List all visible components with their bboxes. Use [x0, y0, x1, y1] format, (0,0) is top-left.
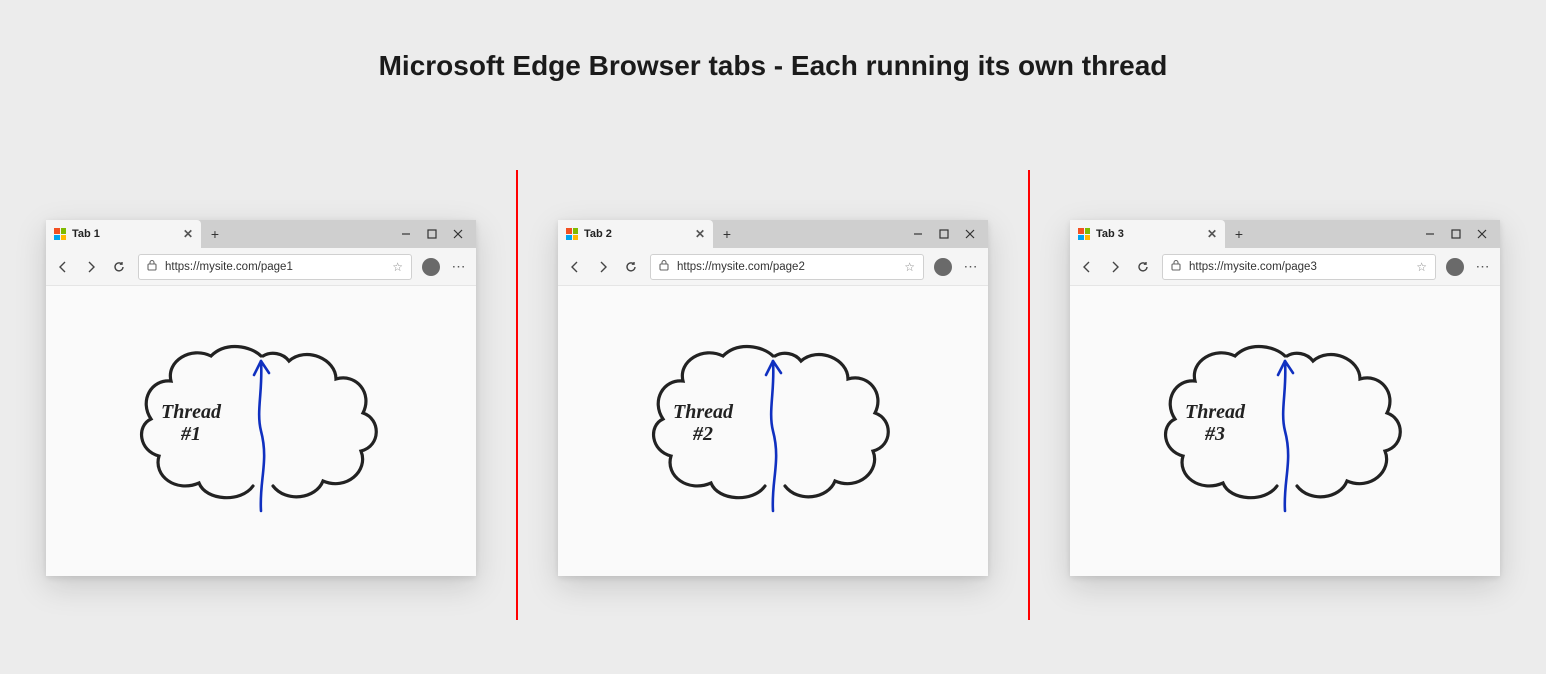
profile-icon[interactable] — [934, 258, 952, 276]
url-text: https://mysite.com/page3 — [1189, 261, 1408, 273]
minimize-icon[interactable] — [912, 228, 924, 240]
new-tab-button[interactable]: + — [201, 220, 229, 248]
address-bar[interactable]: https://mysite.com/page3 ☆ — [1162, 254, 1436, 280]
favorite-icon[interactable]: ☆ — [1416, 260, 1427, 274]
refresh-icon[interactable] — [110, 258, 128, 276]
more-icon[interactable]: ⋯ — [1474, 258, 1492, 275]
forward-icon[interactable] — [82, 258, 100, 276]
close-tab-icon[interactable]: ✕ — [695, 228, 705, 240]
divider — [1028, 170, 1030, 620]
viewport: Thread#3 — [1070, 286, 1500, 576]
browser-tab[interactable]: Tab 2 ✕ — [558, 220, 713, 248]
lock-icon — [147, 259, 157, 274]
close-window-icon[interactable] — [964, 228, 976, 240]
thread-label: Thread#3 — [1185, 401, 1245, 445]
tab-title: Tab 3 — [1096, 228, 1201, 240]
tabstrip: Tab 3 ✕ + — [1070, 220, 1412, 248]
tabstrip: Tab 2 ✕ + — [558, 220, 900, 248]
favicon-icon — [566, 228, 578, 240]
close-tab-icon[interactable]: ✕ — [183, 228, 193, 240]
browser-window-1: Tab 1 ✕ + https://mysite.com/page1 ☆ ⋯ — [46, 220, 476, 576]
minimize-icon[interactable] — [1424, 228, 1436, 240]
favicon-icon — [1078, 228, 1090, 240]
diagram-title: Microsoft Edge Browser tabs - Each runni… — [0, 0, 1546, 82]
refresh-icon[interactable] — [1134, 258, 1152, 276]
browser-tab[interactable]: Tab 3 ✕ — [1070, 220, 1225, 248]
more-icon[interactable]: ⋯ — [450, 258, 468, 275]
forward-icon[interactable] — [1106, 258, 1124, 276]
url-text: https://mysite.com/page2 — [677, 261, 896, 273]
thread-label: Thread#1 — [161, 401, 221, 445]
new-tab-button[interactable]: + — [713, 220, 741, 248]
back-icon[interactable] — [54, 258, 72, 276]
tabstrip: Tab 1 ✕ + — [46, 220, 388, 248]
thread-cloud-illustration — [111, 321, 411, 541]
more-icon[interactable]: ⋯ — [962, 258, 980, 275]
refresh-icon[interactable] — [622, 258, 640, 276]
browser-window-3: Tab 3 ✕ + https://mysite.com/page3 ☆ ⋯ — [1070, 220, 1500, 576]
titlebar: Tab 3 ✕ + — [1070, 220, 1500, 248]
lock-icon — [1171, 259, 1181, 274]
back-icon[interactable] — [566, 258, 584, 276]
new-tab-button[interactable]: + — [1225, 220, 1253, 248]
close-window-icon[interactable] — [452, 228, 464, 240]
toolbar: https://mysite.com/page1 ☆ ⋯ — [46, 248, 476, 286]
close-window-icon[interactable] — [1476, 228, 1488, 240]
profile-icon[interactable] — [1446, 258, 1464, 276]
url-text: https://mysite.com/page1 — [165, 261, 384, 273]
favorite-icon[interactable]: ☆ — [392, 260, 403, 274]
minimize-icon[interactable] — [400, 228, 412, 240]
close-tab-icon[interactable]: ✕ — [1207, 228, 1217, 240]
viewport: Thread#2 — [558, 286, 988, 576]
tab-title: Tab 1 — [72, 228, 177, 240]
diagram-stage: Tab 1 ✕ + https://mysite.com/page1 ☆ ⋯ — [0, 170, 1546, 620]
divider — [516, 170, 518, 620]
tab-title: Tab 2 — [584, 228, 689, 240]
viewport: Thread#1 — [46, 286, 476, 576]
back-icon[interactable] — [1078, 258, 1096, 276]
forward-icon[interactable] — [594, 258, 612, 276]
address-bar[interactable]: https://mysite.com/page1 ☆ — [138, 254, 412, 280]
address-bar[interactable]: https://mysite.com/page2 ☆ — [650, 254, 924, 280]
thread-label: Thread#2 — [673, 401, 733, 445]
browser-window-2: Tab 2 ✕ + https://mysite.com/page2 ☆ ⋯ — [558, 220, 988, 576]
browser-tab[interactable]: Tab 1 ✕ — [46, 220, 201, 248]
titlebar: Tab 1 ✕ + — [46, 220, 476, 248]
maximize-icon[interactable] — [1450, 228, 1462, 240]
lock-icon — [659, 259, 669, 274]
profile-icon[interactable] — [422, 258, 440, 276]
window-controls — [388, 220, 476, 248]
window-controls — [900, 220, 988, 248]
toolbar: https://mysite.com/page2 ☆ ⋯ — [558, 248, 988, 286]
maximize-icon[interactable] — [938, 228, 950, 240]
thread-cloud-illustration — [623, 321, 923, 541]
maximize-icon[interactable] — [426, 228, 438, 240]
toolbar: https://mysite.com/page3 ☆ ⋯ — [1070, 248, 1500, 286]
thread-cloud-illustration — [1135, 321, 1435, 541]
favorite-icon[interactable]: ☆ — [904, 260, 915, 274]
favicon-icon — [54, 228, 66, 240]
titlebar: Tab 2 ✕ + — [558, 220, 988, 248]
window-controls — [1412, 220, 1500, 248]
